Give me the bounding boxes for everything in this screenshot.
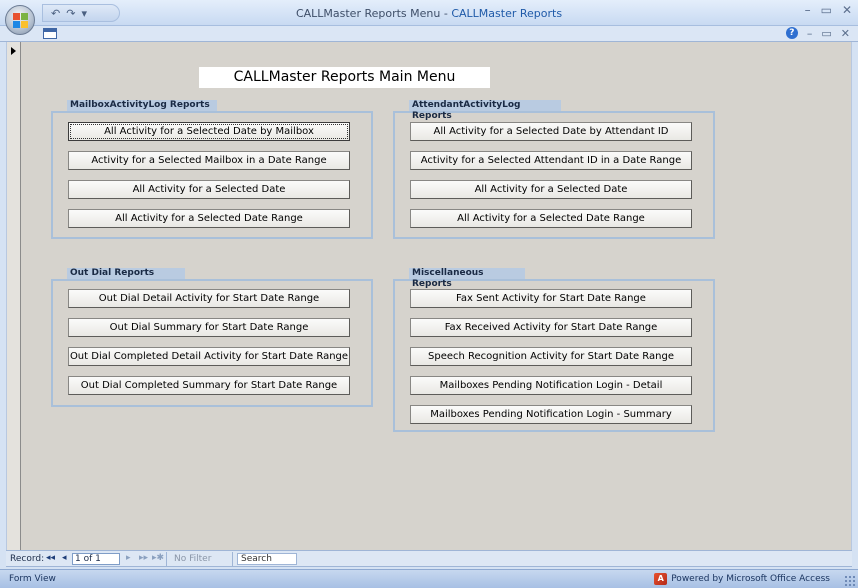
out-dial-completed-detail-button[interactable]: Out Dial Completed Detail Activity for S… [68,347,350,366]
maximize-icon[interactable]: ▭ [821,3,832,17]
title-bar: ↶ ↷ ▾ CALLMaster Reports Menu - CALLMast… [0,0,858,26]
help-icon[interactable]: ? [785,27,798,39]
group-label-miscellaneous: Miscellaneous Reports [409,268,525,289]
branding-text: Powered by Microsoft Office Access [671,574,830,584]
attendant-all-date-range-button[interactable]: All Activity for a Selected Date Range [410,209,692,228]
fax-received-button[interactable]: Fax Received Activity for Start Date Ran… [410,318,692,337]
search-input[interactable]: Search [237,553,297,565]
resize-grip-icon[interactable] [844,575,855,586]
previous-record-icon[interactable]: ◂ [62,553,67,563]
doc-close-icon[interactable]: ✕ [841,27,850,40]
office-logo-icon [13,13,28,28]
next-record-icon[interactable]: ▸ [126,553,131,563]
nav-separator-2 [232,552,233,566]
group-label-out-dial: Out Dial Reports [67,268,185,279]
window-title-text: CALLMaster Reports Menu [295,7,441,20]
mailbox-all-date-range-button[interactable]: All Activity for a Selected Date Range [68,209,350,228]
last-record-icon[interactable]: ▸▸ [139,553,148,563]
nav-separator [166,552,167,566]
window-subtitle: CALLMaster Reports [451,7,563,20]
doc-minimize-icon[interactable]: – [807,27,813,40]
record-selector[interactable] [6,42,21,550]
doc-restore-icon[interactable]: ▭ [821,27,831,40]
window-title: CALLMaster Reports Menu - CALLMaster Rep… [0,7,858,20]
office-button[interactable] [5,5,35,35]
mailbox-date-range-button[interactable]: Activity for a Selected Mailbox in a Dat… [68,151,350,170]
attendant-by-date-button[interactable]: All Activity for a Selected Date by Atte… [410,122,692,141]
status-bar: Form View A Powered by Microsoft Office … [0,569,858,588]
mailbox-by-date-button[interactable]: All Activity for a Selected Date by Mail… [68,122,350,141]
mailbox-all-selected-date-button[interactable]: All Activity for a Selected Date [68,180,350,199]
minimize-icon[interactable]: – [805,3,811,17]
ribbon-strip: ? – ▭ ✕ [0,26,858,42]
pending-login-detail-button[interactable]: Mailboxes Pending Notification Login - D… [410,376,692,395]
window-controls: – ▭ ✕ [805,3,852,17]
current-record-field[interactable]: 1 of 1 [72,553,120,565]
no-filter-indicator[interactable]: No Filter [174,554,211,564]
attendant-all-selected-date-button[interactable]: All Activity for a Selected Date [410,180,692,199]
current-record-arrow-icon [11,47,16,55]
group-label-mailbox: MailboxActivityLog Reports [67,100,217,111]
pending-login-summary-button[interactable]: Mailboxes Pending Notification Login - S… [410,405,692,424]
form-body: CALLMaster Reports Main Menu MailboxActi… [21,42,852,550]
title-separator: - [440,7,452,20]
branding: A Powered by Microsoft Office Access [654,573,830,585]
group-label-attendant: AttendantActivityLog Reports [409,100,561,121]
form-document-icon[interactable] [43,28,57,39]
office-access-logo-icon: A [654,573,668,585]
record-navigation-bar: Record: ◂◂ ◂ 1 of 1 ▸ ▸▸ ▸✱ No Filter Se… [6,550,852,567]
out-dial-detail-button[interactable]: Out Dial Detail Activity for Start Date … [68,289,350,308]
out-dial-summary-button[interactable]: Out Dial Summary for Start Date Range [68,318,350,337]
view-status: Form View [9,574,56,584]
fax-sent-button[interactable]: Fax Sent Activity for Start Date Range [410,289,692,308]
new-record-icon[interactable]: ▸✱ [152,553,164,563]
attendant-date-range-button[interactable]: Activity for a Selected Attendant ID in … [410,151,692,170]
speech-recognition-button[interactable]: Speech Recognition Activity for Start Da… [410,347,692,366]
record-label: Record: [10,554,45,564]
out-dial-completed-summary-button[interactable]: Out Dial Completed Summary for Start Dat… [68,376,350,395]
form-title: CALLMaster Reports Main Menu [199,67,490,88]
close-icon[interactable]: ✕ [842,3,852,17]
first-record-icon[interactable]: ◂◂ [46,553,55,563]
document-window-controls: ? – ▭ ✕ [785,27,850,40]
